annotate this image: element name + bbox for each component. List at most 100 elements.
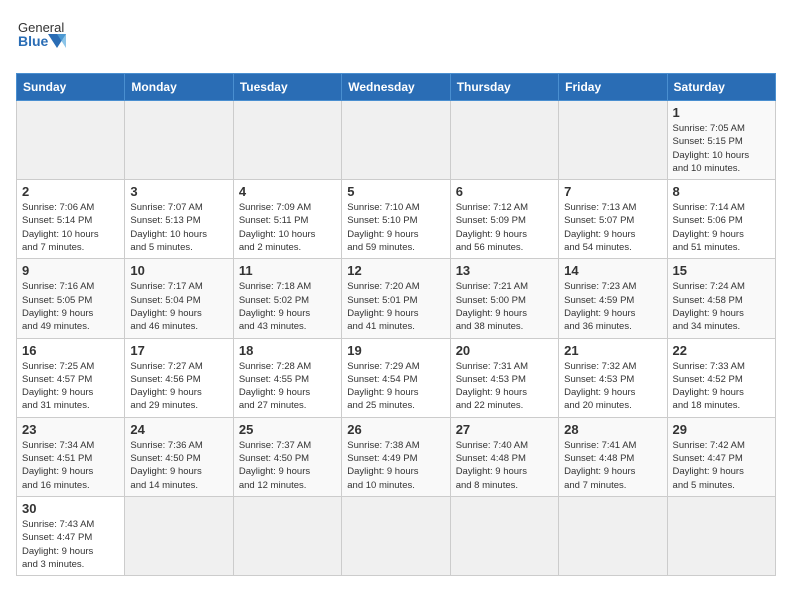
day-cell <box>342 496 450 575</box>
day-cell <box>450 101 558 180</box>
day-info: Sunrise: 7:05 AM Sunset: 5:15 PM Dayligh… <box>673 122 770 175</box>
day-number: 26 <box>347 422 444 437</box>
day-cell: 30 Sunrise: 7:43 AM Sunset: 4:47 PM Dayli… <box>17 496 125 575</box>
weekday-header-tuesday: Tuesday <box>233 74 341 101</box>
day-info: Sunrise: 7:38 AM Sunset: 4:49 PM Dayligh… <box>347 439 444 492</box>
day-info: Sunrise: 7:07 AM Sunset: 5:13 PM Dayligh… <box>130 201 227 254</box>
day-info: Sunrise: 7:25 AM Sunset: 4:57 PM Dayligh… <box>22 360 119 413</box>
day-cell: 28 Sunrise: 7:41 AM Sunset: 4:48 PM Dayli… <box>559 417 667 496</box>
day-info: Sunrise: 7:18 AM Sunset: 5:02 PM Dayligh… <box>239 280 336 333</box>
day-cell: 29 Sunrise: 7:42 AM Sunset: 4:47 PM Dayli… <box>667 417 775 496</box>
weekday-header-thursday: Thursday <box>450 74 558 101</box>
day-cell: 22 Sunrise: 7:33 AM Sunset: 4:52 PM Dayli… <box>667 338 775 417</box>
day-info: Sunrise: 7:21 AM Sunset: 5:00 PM Dayligh… <box>456 280 553 333</box>
day-number: 13 <box>456 263 553 278</box>
day-cell: 16 Sunrise: 7:25 AM Sunset: 4:57 PM Dayli… <box>17 338 125 417</box>
day-info: Sunrise: 7:41 AM Sunset: 4:48 PM Dayligh… <box>564 439 661 492</box>
day-number: 22 <box>673 343 770 358</box>
day-number: 3 <box>130 184 227 199</box>
day-number: 7 <box>564 184 661 199</box>
day-cell: 13 Sunrise: 7:21 AM Sunset: 5:00 PM Dayli… <box>450 259 558 338</box>
week-row-3: 16 Sunrise: 7:25 AM Sunset: 4:57 PM Dayli… <box>17 338 776 417</box>
svg-text:Blue: Blue <box>18 33 49 49</box>
day-info: Sunrise: 7:16 AM Sunset: 5:05 PM Dayligh… <box>22 280 119 333</box>
day-number: 8 <box>673 184 770 199</box>
day-cell: 21Sunrise: 7:32 AM Sunset: 4:53 PM Dayli… <box>559 338 667 417</box>
day-cell: 18Sunrise: 7:28 AM Sunset: 4:55 PM Dayli… <box>233 338 341 417</box>
day-info: Sunrise: 7:40 AM Sunset: 4:48 PM Dayligh… <box>456 439 553 492</box>
day-number: 24 <box>130 422 227 437</box>
calendar-header: SundayMondayTuesdayWednesdayThursdayFrid… <box>17 74 776 101</box>
day-number: 2 <box>22 184 119 199</box>
day-cell: 14 Sunrise: 7:23 AM Sunset: 4:59 PM Dayli… <box>559 259 667 338</box>
day-info: Sunrise: 7:29 AM Sunset: 4:54 PM Dayligh… <box>347 360 444 413</box>
day-cell: 26 Sunrise: 7:38 AM Sunset: 4:49 PM Dayli… <box>342 417 450 496</box>
day-info: Sunrise: 7:06 AM Sunset: 5:14 PM Dayligh… <box>22 201 119 254</box>
week-row-0: 1Sunrise: 7:05 AM Sunset: 5:15 PM Daylig… <box>17 101 776 180</box>
weekday-header-saturday: Saturday <box>667 74 775 101</box>
day-cell: 11Sunrise: 7:18 AM Sunset: 5:02 PM Dayli… <box>233 259 341 338</box>
day-cell: 24 Sunrise: 7:36 AM Sunset: 4:50 PM Dayli… <box>125 417 233 496</box>
day-info: Sunrise: 7:34 AM Sunset: 4:51 PM Dayligh… <box>22 439 119 492</box>
day-number: 28 <box>564 422 661 437</box>
day-number: 17 <box>130 343 227 358</box>
day-info: Sunrise: 7:32 AM Sunset: 4:53 PM Dayligh… <box>564 360 661 413</box>
day-info: Sunrise: 7:27 AM Sunset: 4:56 PM Dayligh… <box>130 360 227 413</box>
day-cell <box>559 496 667 575</box>
day-cell: 10 Sunrise: 7:17 AM Sunset: 5:04 PM Dayli… <box>125 259 233 338</box>
day-number: 30 <box>22 501 119 516</box>
day-number: 6 <box>456 184 553 199</box>
day-number: 19 <box>347 343 444 358</box>
week-row-1: 2 Sunrise: 7:06 AM Sunset: 5:14 PM Daylig… <box>17 180 776 259</box>
day-number: 4 <box>239 184 336 199</box>
logo: General Blue <box>16 16 66 61</box>
day-cell: 3 Sunrise: 7:07 AM Sunset: 5:13 PM Daylig… <box>125 180 233 259</box>
day-cell: 27Sunrise: 7:40 AM Sunset: 4:48 PM Dayli… <box>450 417 558 496</box>
day-cell <box>450 496 558 575</box>
week-row-4: 23 Sunrise: 7:34 AM Sunset: 4:51 PM Dayli… <box>17 417 776 496</box>
day-info: Sunrise: 7:09 AM Sunset: 5:11 PM Dayligh… <box>239 201 336 254</box>
day-number: 12 <box>347 263 444 278</box>
day-number: 10 <box>130 263 227 278</box>
day-cell: 19 Sunrise: 7:29 AM Sunset: 4:54 PM Dayli… <box>342 338 450 417</box>
day-info: Sunrise: 7:33 AM Sunset: 4:52 PM Dayligh… <box>673 360 770 413</box>
day-cell: 9Sunrise: 7:16 AM Sunset: 5:05 PM Daylig… <box>17 259 125 338</box>
day-info: Sunrise: 7:14 AM Sunset: 5:06 PM Dayligh… <box>673 201 770 254</box>
weekday-header-monday: Monday <box>125 74 233 101</box>
day-cell: 25Sunrise: 7:37 AM Sunset: 4:50 PM Dayli… <box>233 417 341 496</box>
day-number: 29 <box>673 422 770 437</box>
day-cell <box>667 496 775 575</box>
day-info: Sunrise: 7:17 AM Sunset: 5:04 PM Dayligh… <box>130 280 227 333</box>
weekday-header-wednesday: Wednesday <box>342 74 450 101</box>
day-cell: 5Sunrise: 7:10 AM Sunset: 5:10 PM Daylig… <box>342 180 450 259</box>
day-cell <box>17 101 125 180</box>
day-number: 15 <box>673 263 770 278</box>
day-cell <box>233 101 341 180</box>
day-info: Sunrise: 7:20 AM Sunset: 5:01 PM Dayligh… <box>347 280 444 333</box>
day-cell: 2 Sunrise: 7:06 AM Sunset: 5:14 PM Daylig… <box>17 180 125 259</box>
weekday-row: SundayMondayTuesdayWednesdayThursdayFrid… <box>17 74 776 101</box>
day-info: Sunrise: 7:23 AM Sunset: 4:59 PM Dayligh… <box>564 280 661 333</box>
week-row-2: 9Sunrise: 7:16 AM Sunset: 5:05 PM Daylig… <box>17 259 776 338</box>
day-info: Sunrise: 7:42 AM Sunset: 4:47 PM Dayligh… <box>673 439 770 492</box>
logo-svg: General Blue <box>16 16 66 61</box>
day-info: Sunrise: 7:36 AM Sunset: 4:50 PM Dayligh… <box>130 439 227 492</box>
day-cell: 17 Sunrise: 7:27 AM Sunset: 4:56 PM Dayli… <box>125 338 233 417</box>
day-number: 14 <box>564 263 661 278</box>
day-cell <box>559 101 667 180</box>
day-number: 23 <box>22 422 119 437</box>
day-cell <box>342 101 450 180</box>
weekday-header-friday: Friday <box>559 74 667 101</box>
day-cell: 1Sunrise: 7:05 AM Sunset: 5:15 PM Daylig… <box>667 101 775 180</box>
day-info: Sunrise: 7:31 AM Sunset: 4:53 PM Dayligh… <box>456 360 553 413</box>
day-number: 5 <box>347 184 444 199</box>
day-info: Sunrise: 7:37 AM Sunset: 4:50 PM Dayligh… <box>239 439 336 492</box>
day-cell <box>125 496 233 575</box>
day-info: Sunrise: 7:12 AM Sunset: 5:09 PM Dayligh… <box>456 201 553 254</box>
day-number: 16 <box>22 343 119 358</box>
day-number: 20 <box>456 343 553 358</box>
header: General Blue <box>16 16 776 61</box>
day-cell: 6 Sunrise: 7:12 AM Sunset: 5:09 PM Daylig… <box>450 180 558 259</box>
day-info: Sunrise: 7:43 AM Sunset: 4:47 PM Dayligh… <box>22 518 119 571</box>
day-cell: 4 Sunrise: 7:09 AM Sunset: 5:11 PM Daylig… <box>233 180 341 259</box>
